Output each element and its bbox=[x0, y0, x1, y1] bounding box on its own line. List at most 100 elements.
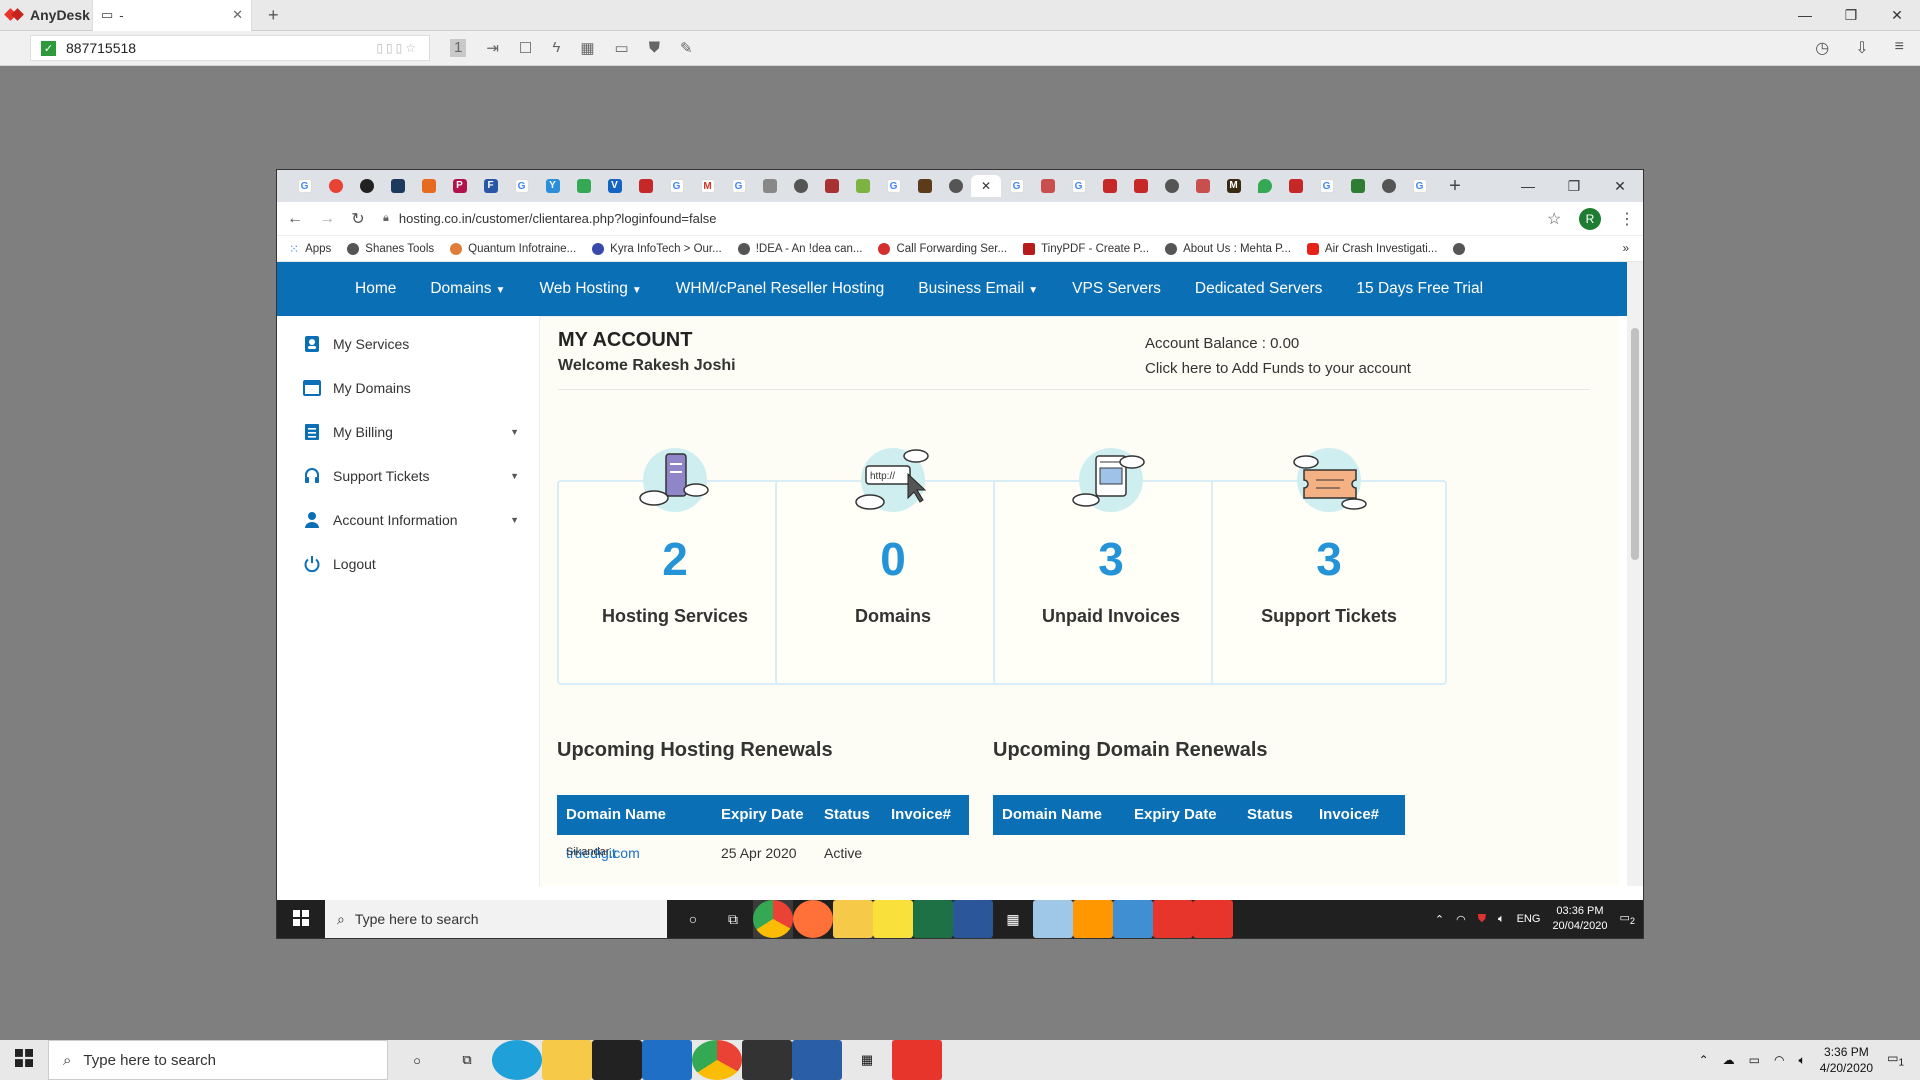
sidebar-item-my-domains[interactable]: My Domains bbox=[277, 366, 539, 410]
tab[interactable] bbox=[1125, 175, 1156, 197]
tab[interactable]: F bbox=[475, 175, 506, 197]
calculator-icon[interactable]: ▦ bbox=[842, 1040, 892, 1080]
bookmark-item[interactable]: Quantum Infotraine... bbox=[450, 242, 576, 255]
task-view-icon[interactable]: ⧉ bbox=[713, 900, 753, 938]
url-bar[interactable]: 🔒︎ hosting.co.in/customer/clientarea.php… bbox=[383, 211, 1529, 226]
edge-icon[interactable] bbox=[492, 1040, 542, 1080]
firefox-icon[interactable] bbox=[793, 900, 833, 938]
notifications-icon[interactable]: ▭1 bbox=[1887, 1051, 1904, 1068]
bookmark-item[interactable]: Kyra InfoTech > Our... bbox=[592, 242, 722, 255]
tab[interactable]: G bbox=[1001, 175, 1032, 197]
wifi-icon[interactable]: ◠ bbox=[1774, 1053, 1784, 1067]
history-icon[interactable]: ◷ bbox=[1815, 38, 1829, 58]
host-clock[interactable]: 3:36 PM 4/20/2020 bbox=[1820, 1044, 1873, 1076]
sidebar-item-my-services[interactable]: My Services bbox=[277, 322, 539, 366]
sublime-icon[interactable] bbox=[1073, 900, 1113, 938]
bookmark-item[interactable]: !DEA - An !dea can... bbox=[737, 242, 862, 255]
tab[interactable]: G bbox=[878, 175, 909, 197]
tab[interactable]: V bbox=[599, 175, 630, 197]
nav-domains[interactable]: Domains ▼ bbox=[430, 280, 505, 298]
menu-icon[interactable]: ≡ bbox=[1895, 38, 1904, 58]
tab[interactable]: G bbox=[1063, 175, 1094, 197]
app-icon[interactable] bbox=[1033, 900, 1073, 938]
sticky-notes-icon[interactable] bbox=[873, 900, 913, 938]
nav-business-email[interactable]: Business Email ▼ bbox=[918, 280, 1038, 298]
actions-icon[interactable]: ϟ bbox=[552, 39, 560, 57]
tab[interactable] bbox=[816, 175, 847, 197]
profile-avatar[interactable]: R bbox=[1579, 207, 1601, 230]
onedrive-icon[interactable]: ☁︎ bbox=[1723, 1053, 1735, 1067]
battery-icon[interactable]: ▭ bbox=[1749, 1053, 1760, 1067]
wifi-icon[interactable]: ◠ bbox=[1456, 913, 1466, 926]
anydesk-icon[interactable] bbox=[1153, 900, 1193, 938]
tab[interactable] bbox=[785, 175, 816, 197]
tab[interactable]: P bbox=[444, 175, 475, 197]
host-search-box[interactable]: ⌕ Type here to search bbox=[48, 1040, 388, 1080]
col-invoice[interactable]: Invoice# bbox=[891, 806, 951, 823]
star-icon[interactable]: ☆ bbox=[1547, 209, 1561, 229]
tab[interactable] bbox=[1342, 175, 1373, 197]
anydesk-address-field[interactable]: ✓ 887715518 ▯▯▯☆ bbox=[30, 35, 430, 61]
tab[interactable]: G bbox=[506, 175, 537, 197]
page-scrollbar[interactable] bbox=[1627, 262, 1643, 886]
nav-free-trial[interactable]: 15 Days Free Trial bbox=[1356, 280, 1483, 298]
new-tab-button[interactable]: + bbox=[252, 5, 295, 26]
new-tab-button[interactable]: + bbox=[1435, 175, 1475, 198]
cortana-icon[interactable]: ○ bbox=[673, 900, 713, 938]
tab[interactable] bbox=[1280, 175, 1311, 197]
close-tab-icon[interactable]: ✕ bbox=[232, 7, 243, 23]
back-arrow-icon[interactable]: ← bbox=[287, 210, 303, 228]
tab[interactable]: G bbox=[1404, 175, 1435, 197]
mail-icon[interactable] bbox=[642, 1040, 692, 1080]
kebab-menu-icon[interactable]: ⋮ bbox=[1619, 209, 1635, 229]
tab-active[interactable]: ✕ bbox=[971, 175, 1001, 197]
tab[interactable]: M bbox=[692, 175, 723, 197]
restore-button[interactable]: ❐ bbox=[1828, 7, 1874, 24]
bookmark-item[interactable]: Shanes Tools bbox=[347, 242, 434, 255]
anydesk-icon[interactable] bbox=[1193, 900, 1233, 938]
domain-link[interactable]: truedigit Sikandar .com bbox=[566, 845, 640, 861]
file-explorer-icon[interactable] bbox=[542, 1040, 592, 1080]
tab[interactable] bbox=[568, 175, 599, 197]
word-icon[interactable] bbox=[953, 900, 993, 938]
store-icon[interactable] bbox=[592, 1040, 642, 1080]
cortana-icon[interactable]: ○ bbox=[392, 1040, 442, 1080]
notifications-icon[interactable]: ▭2 bbox=[1620, 911, 1636, 926]
whiteboard-icon[interactable]: ✎ bbox=[680, 39, 693, 57]
minimize-button[interactable]: — bbox=[1782, 7, 1828, 24]
reload-icon[interactable]: ↻ bbox=[351, 209, 365, 229]
tab[interactable] bbox=[847, 175, 878, 197]
col-domain-name[interactable]: Domain Name bbox=[1002, 806, 1102, 823]
tab[interactable] bbox=[1094, 175, 1125, 197]
tab[interactable] bbox=[909, 175, 940, 197]
card-unpaid-invoices[interactable]: 3 Unpaid Invoices bbox=[993, 448, 1229, 685]
col-status[interactable]: Status bbox=[1247, 806, 1293, 823]
bookmark-apps[interactable]: ⁙ Apps bbox=[289, 242, 331, 256]
remote-clock[interactable]: 03:36 PM 20/04/2020 bbox=[1552, 904, 1607, 934]
remote-search-box[interactable]: ⌕ Type here to search bbox=[325, 900, 667, 938]
tab[interactable] bbox=[1032, 175, 1063, 197]
sidebar-item-account-information[interactable]: Account Information ▼ bbox=[277, 498, 539, 542]
sidebar-item-support-tickets[interactable]: Support Tickets ▼ bbox=[277, 454, 539, 498]
col-invoice[interactable]: Invoice# bbox=[1319, 806, 1379, 823]
col-expiry-date[interactable]: Expiry Date bbox=[1134, 806, 1217, 823]
volume-icon[interactable]: 🔈︎ bbox=[1498, 913, 1505, 926]
shield-icon[interactable]: ⛊ bbox=[1478, 913, 1486, 926]
close-button[interactable]: ✕ bbox=[1597, 178, 1643, 195]
file-explorer-icon[interactable] bbox=[833, 900, 873, 938]
tab[interactable]: G bbox=[661, 175, 692, 197]
tab[interactable] bbox=[940, 175, 971, 197]
address-actions-icon[interactable]: ▯▯▯☆ bbox=[376, 41, 419, 55]
tab[interactable] bbox=[413, 175, 444, 197]
keyboard-icon[interactable]: ▦ bbox=[580, 39, 594, 57]
close-tab-icon[interactable]: ✕ bbox=[981, 179, 991, 193]
tab[interactable]: Y bbox=[537, 175, 568, 197]
file-transfer-icon[interactable]: ⇥ bbox=[486, 39, 499, 57]
nav-vps-servers[interactable]: VPS Servers bbox=[1072, 280, 1161, 298]
bookmark-item[interactable] bbox=[1453, 242, 1466, 255]
tab[interactable]: G bbox=[1311, 175, 1342, 197]
close-button[interactable]: ✕ bbox=[1874, 7, 1920, 24]
terminal-icon[interactable] bbox=[742, 1040, 792, 1080]
tab[interactable] bbox=[1156, 175, 1187, 197]
minimize-button[interactable]: — bbox=[1505, 178, 1551, 195]
